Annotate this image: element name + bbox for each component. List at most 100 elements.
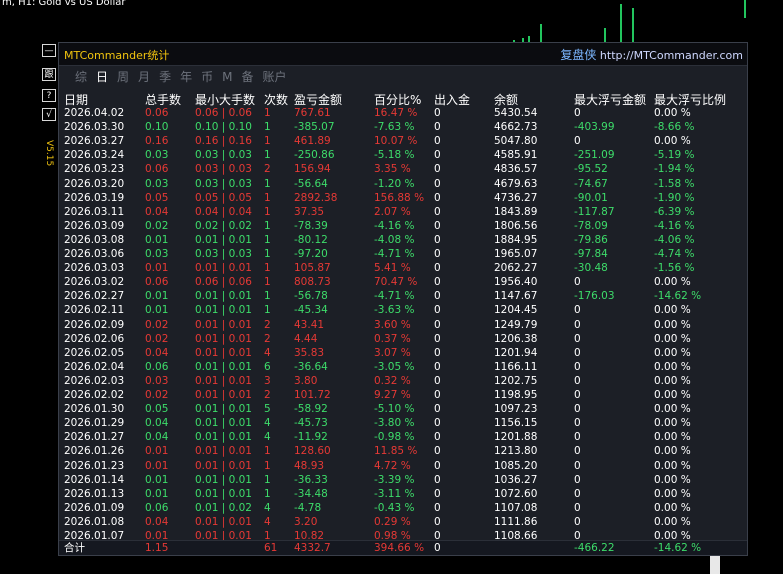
table-row: 2026.01.09 0.06 0.01 | 0.02 4 -4.78 -0.43 % 0 1…	[59, 501, 747, 515]
check-button[interactable]: √	[42, 108, 56, 121]
site-link[interactable]: 复盘侠 http://MTCommander.com	[560, 46, 743, 63]
cell-pct: 2.07 %	[374, 205, 411, 218]
cell-bal: 1198.95	[494, 389, 538, 401]
tab-7[interactable]: M	[222, 70, 232, 84]
cell-minmax: 0.03 | 0.03	[195, 149, 252, 162]
cell-pct: -5.18 %	[374, 149, 415, 162]
cell-lots: 0.01	[145, 487, 169, 500]
tab-9[interactable]: 账户	[262, 68, 286, 85]
cell-count: 4	[264, 431, 271, 444]
cell-io: 0	[434, 346, 441, 359]
cell-maxdd: 0	[574, 417, 581, 430]
cell-date: 2026.02.04	[64, 360, 125, 373]
tab-1[interactable]: 日	[96, 68, 108, 85]
cell-bal: 4836.57	[494, 163, 538, 176]
cell-maxddp: 0.00 %	[654, 332, 691, 345]
table-row: 2026.02.09 0.02 0.01 | 0.01 2 43.41 3.60 % 0 12…	[59, 318, 747, 332]
cell-io: 0	[434, 191, 441, 204]
table-row: 2026.03.03 0.01 0.01 | 0.01 1 105.87 5.41 % 0 2…	[59, 261, 747, 275]
cell-io: 0	[434, 374, 441, 387]
cell-bal: 4662.73	[494, 121, 538, 134]
cell-io: 0	[434, 290, 441, 303]
cell-lots: 0.16	[145, 135, 169, 148]
cell-pnl: -36.33	[294, 473, 328, 486]
cell-io: 0	[434, 276, 441, 289]
cell-date: 2026.01.29	[64, 417, 125, 430]
total-lots: 1.15	[145, 542, 169, 554]
cell-pct: -4.71 %	[374, 248, 415, 260]
cell-lots: 0.04	[145, 417, 169, 430]
table-row: 2026.02.04 0.06 0.01 | 0.01 6 -36.64 -3.05 % 0…	[59, 360, 747, 374]
cell-maxdd: 0	[574, 431, 581, 444]
cell-minmax: 0.01 | 0.01	[195, 515, 252, 528]
cell-pnl: -45.73	[294, 417, 328, 430]
cell-lots: 0.04	[145, 205, 169, 218]
cell-pnl: 767.61	[294, 107, 331, 119]
cell-pnl: -56.64	[294, 177, 328, 190]
cell-count: 4	[264, 501, 271, 514]
tab-5[interactable]: 年	[180, 68, 192, 85]
cell-io: 0	[434, 262, 441, 275]
candle	[744, 0, 746, 18]
cell-pnl: -385.07	[294, 121, 335, 134]
table-row: 2026.03.27 0.16 0.16 | 0.16 1 461.89 10.07 % 0…	[59, 134, 747, 148]
cell-bal: 1965.07	[494, 248, 538, 260]
cell-io: 0	[434, 515, 441, 528]
minimize-button[interactable]: —	[42, 44, 56, 57]
cell-date: 2026.01.26	[64, 445, 125, 458]
follow-button[interactable]: 跟	[42, 68, 56, 81]
cell-date: 2026.03.27	[64, 135, 125, 148]
cell-pnl: 35.83	[294, 346, 325, 359]
table-row: 2026.01.27 0.04 0.01 | 0.01 4 -11.92 -0.98 % 0…	[59, 430, 747, 444]
table-row: 2026.02.05 0.04 0.01 | 0.01 4 35.83 3.07 % 0 12…	[59, 346, 747, 360]
cell-io: 0	[434, 487, 441, 500]
cell-io: 0	[434, 360, 441, 373]
cell-count: 1	[264, 445, 271, 458]
cell-maxdd: -403.99	[574, 121, 615, 134]
cell-lots: 0.05	[145, 403, 169, 416]
cell-date: 2026.01.08	[64, 515, 125, 528]
cell-maxdd: 0	[574, 445, 581, 458]
cell-maxddp: 0.00 %	[654, 487, 691, 500]
cell-lots: 0.02	[145, 318, 169, 331]
cell-maxddp: 0.00 %	[654, 276, 691, 289]
cell-count: 1	[264, 248, 271, 260]
tab-8[interactable]: 备	[241, 68, 253, 85]
cell-pct: -4.16 %	[374, 219, 415, 232]
cell-io: 0	[434, 219, 441, 232]
cell-maxddp: 0.00 %	[654, 135, 691, 148]
cell-lots: 0.04	[145, 346, 169, 359]
tab-6[interactable]: 币	[201, 68, 213, 85]
tab-2[interactable]: 周	[117, 68, 129, 85]
candle	[540, 24, 542, 44]
cell-pnl: 48.93	[294, 459, 325, 472]
cell-pct: 0.29 %	[374, 515, 411, 528]
help-button[interactable]: ?	[42, 89, 56, 102]
cell-count: 1	[264, 459, 271, 472]
table-row: 2026.03.24 0.03 0.03 | 0.03 1 -250.86 -5.18 %…	[59, 148, 747, 162]
cell-lots: 0.01	[145, 233, 169, 246]
cell-maxddp: 0.00 %	[654, 403, 691, 416]
cell-maxdd: -90.01	[574, 191, 608, 204]
cell-bal: 1806.56	[494, 219, 538, 232]
cell-pnl: -78.39	[294, 219, 328, 232]
cell-io: 0	[434, 403, 441, 416]
cell-lots: 0.01	[145, 445, 169, 458]
table-row: 2026.01.30 0.05 0.01 | 0.01 5 -58.92 -5.10 % 0…	[59, 402, 747, 416]
cell-date: 2026.02.11	[64, 304, 125, 317]
table-row: 2026.04.02 0.06 0.06 | 0.06 1 767.61 16.47 % 0…	[59, 106, 747, 120]
tab-4[interactable]: 季	[159, 68, 171, 85]
cell-pnl: -56.78	[294, 290, 328, 303]
cell-maxddp: 0.00 %	[654, 459, 691, 472]
tab-0[interactable]: 综	[75, 68, 87, 85]
cell-count: 4	[264, 346, 271, 359]
tab-3[interactable]: 月	[138, 68, 150, 85]
cell-pct: 3.60 %	[374, 318, 411, 331]
cell-date: 2026.02.09	[64, 318, 125, 331]
cell-maxddp: 0.00 %	[654, 318, 691, 331]
cell-date: 2026.04.02	[64, 107, 125, 119]
cell-maxddp: 0.00 %	[654, 374, 691, 387]
cell-lots: 0.03	[145, 149, 169, 162]
cell-maxdd: 0	[574, 318, 581, 331]
cell-pnl: -80.12	[294, 233, 328, 246]
